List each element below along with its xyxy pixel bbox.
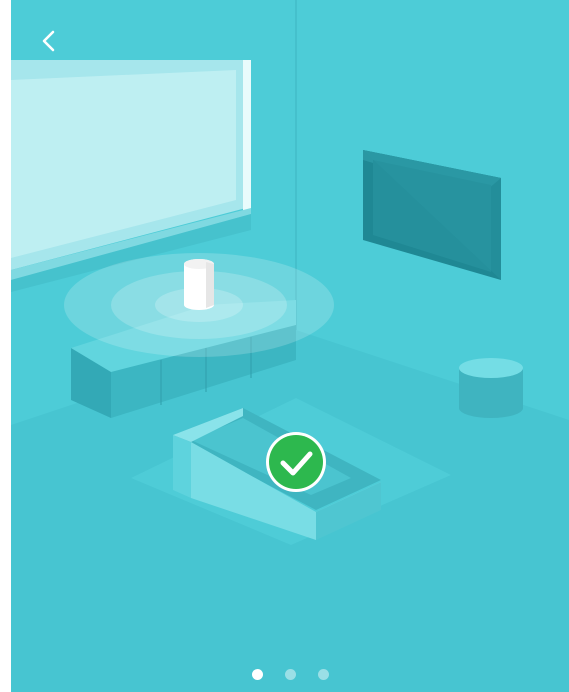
room-illustration: [11, 0, 569, 692]
onboarding-screen: [11, 0, 569, 692]
page-dot-1[interactable]: [251, 669, 263, 680]
page-dot-2[interactable]: [284, 669, 296, 680]
chevron-left-icon: [42, 30, 55, 52]
page-dot-3[interactable]: [317, 669, 329, 680]
router-device: [184, 259, 214, 310]
page-indicator: [11, 669, 569, 680]
stool: [459, 358, 523, 418]
back-button[interactable]: [31, 22, 71, 62]
check-circle-icon: [266, 432, 326, 492]
